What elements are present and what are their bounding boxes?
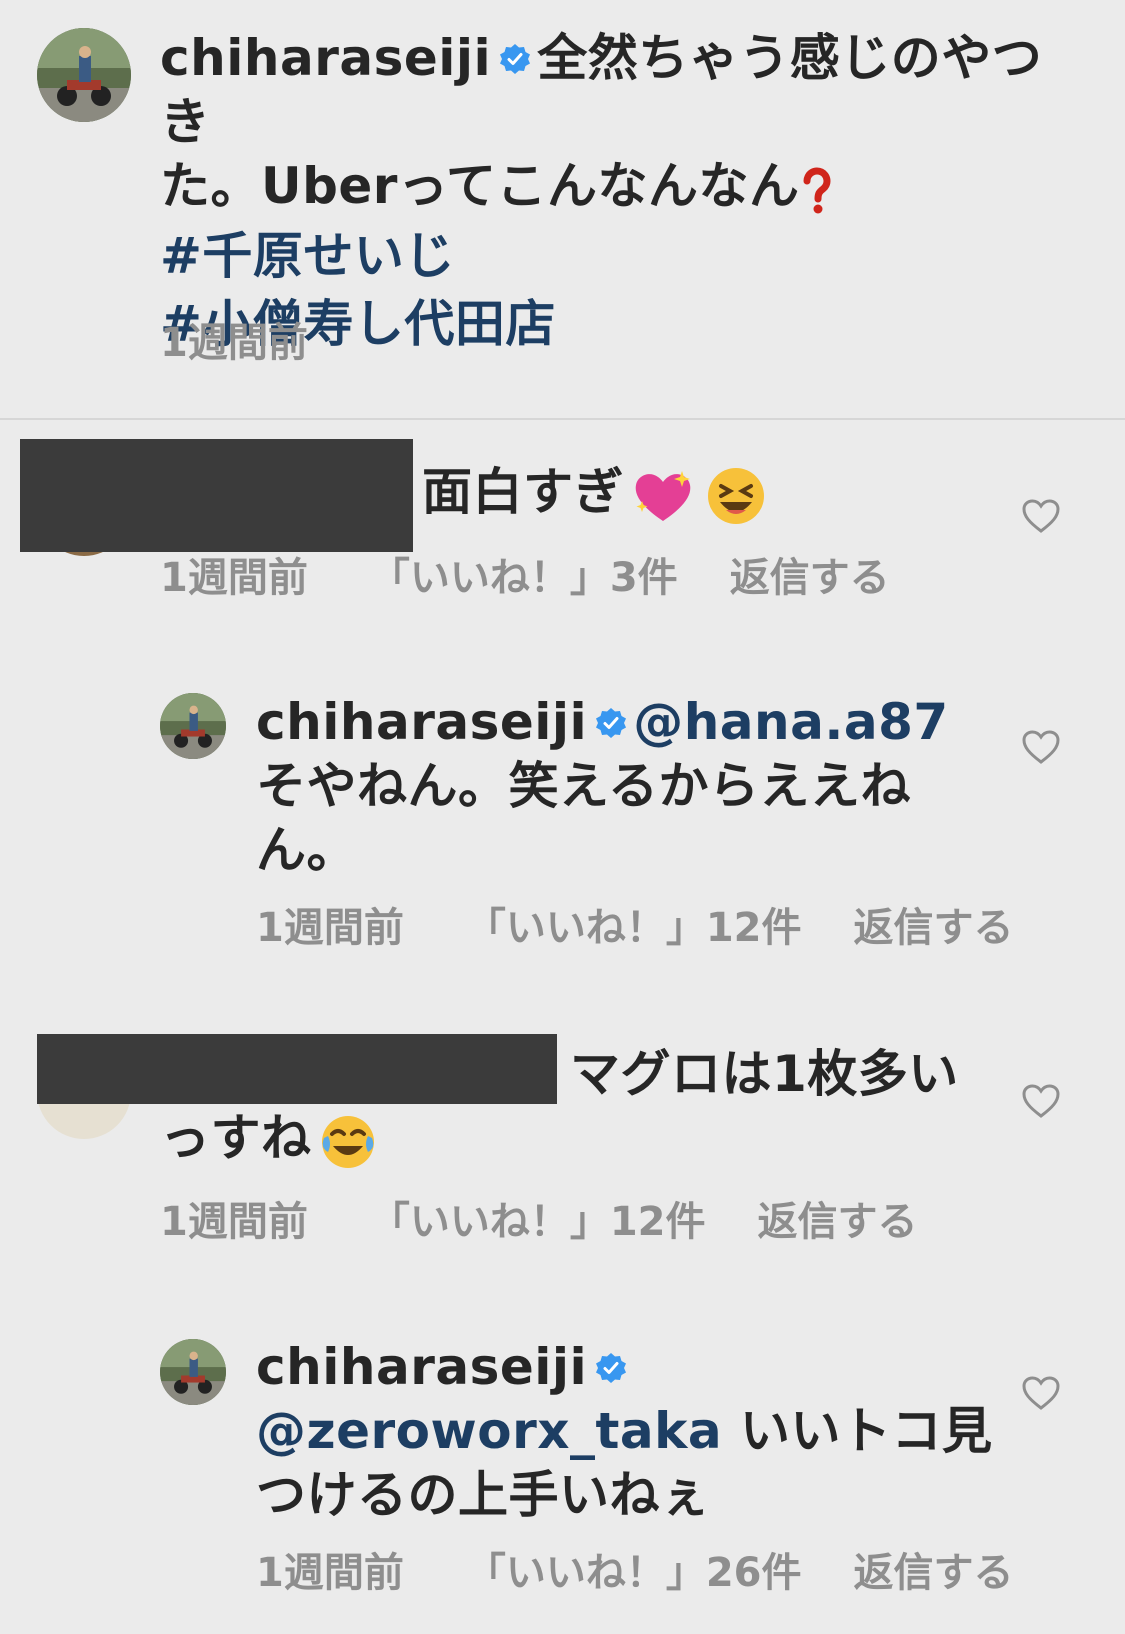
reply-1-text: chiharaseiji @hana.a87 そやねん。笑えるからええね ん。 <box>256 690 996 882</box>
reply-1-time: 1週間前 <box>256 905 404 951</box>
comment-2-meta: 1週間前 「いいね！」12件 返信する <box>160 1197 918 1247</box>
caption-line-1: chiharaseiji 全然ちゃう感じのやつき <box>160 26 1090 154</box>
caption-line-2: た。Uberってこんなんなん <box>160 154 1090 218</box>
reply-2-text: chiharaseiji @zeroworx_taka いいトコ見 つけるの上手… <box>256 1335 996 1527</box>
comment-1-text: 面白すぎ <box>422 460 766 526</box>
reply-2-avatar[interactable] <box>160 1339 226 1405</box>
red-question-mark-emoji <box>799 165 835 215</box>
comment-2-line-2: っすね <box>160 1106 1000 1172</box>
comment-1-likes[interactable]: 「いいね！」3件 <box>370 553 678 603</box>
comment-2-likes[interactable]: 「いいね！」12件 <box>370 1197 706 1247</box>
post-time: 1週間前 <box>160 320 308 366</box>
reply-1-avatar[interactable] <box>160 693 226 759</box>
verified-badge-icon <box>500 43 531 74</box>
reply-1-reply-button[interactable]: 返信する <box>854 903 1014 953</box>
avatar-photo <box>160 693 226 759</box>
reply-1-like-icon[interactable] <box>1021 729 1061 765</box>
sparkling-heart-emoji <box>632 467 694 525</box>
reply-1-line-3: ん。 <box>256 821 357 879</box>
reply-2-reply-button[interactable]: 返信する <box>854 1548 1014 1598</box>
reply-2-line-3: つけるの上手いねぇ <box>256 1466 711 1524</box>
reply-2-meta: 1週間前 「いいね！」26件 返信する <box>256 1548 1014 1598</box>
reply-2-username[interactable]: chiharaseiji <box>256 1338 587 1396</box>
reply-2-mention[interactable]: @zeroworx_taka <box>256 1402 722 1460</box>
avatar-photo <box>37 28 131 122</box>
comment-1-body: 面白すぎ <box>422 463 624 521</box>
comment-2-time: 1週間前 <box>160 1199 308 1245</box>
comment-2-reply-button[interactable]: 返信する <box>758 1197 918 1247</box>
reply-2-line-2-rest: いいトコ見 <box>740 1402 993 1460</box>
comment-1-like-icon[interactable] <box>1021 498 1061 534</box>
comment-2-line-2-text: っすね <box>160 1109 312 1167</box>
post-caption: chiharaseiji 全然ちゃう感じのやつき た。Uberってこんなんなん #… <box>160 26 1090 356</box>
post-author-avatar[interactable] <box>37 28 131 122</box>
reply-2-like-icon[interactable] <box>1021 1375 1061 1411</box>
reply-1-meta: 1週間前 「いいね！」12件 返信する <box>256 903 1014 953</box>
laughing-face-emoji <box>706 466 766 526</box>
reply-1-likes[interactable]: 「いいね！」12件 <box>466 903 802 953</box>
verified-badge-icon <box>596 1352 627 1383</box>
reply-1-line-2: そやねん。笑えるからええね <box>256 757 911 815</box>
hashtag-1[interactable]: #千原せいじ <box>160 224 1090 288</box>
comment-2-line-1: マグロは1枚多い <box>570 1045 959 1103</box>
avatar-photo <box>160 1339 226 1405</box>
reply-1-username[interactable]: chiharaseiji <box>256 693 587 751</box>
comment-1-meta: 1週間前 「いいね！」3件 返信する <box>160 553 890 603</box>
reply-2-likes[interactable]: 「いいね！」26件 <box>466 1548 802 1598</box>
comment-1-time: 1週間前 <box>160 555 308 601</box>
comment-2-text: マグロは1枚多い っすね <box>160 1042 1000 1172</box>
reply-1-mention[interactable]: @hana.a87 <box>633 693 949 751</box>
caption-text-2: た。Uberってこんなんなん <box>160 157 800 215</box>
post-username[interactable]: chiharaseiji <box>160 29 491 87</box>
tears-of-joy-emoji <box>318 1112 378 1172</box>
verified-badge-icon <box>596 707 627 738</box>
reply-2-time: 1週間前 <box>256 1550 404 1596</box>
comment-1-reply-button[interactable]: 返信する <box>730 553 890 603</box>
redacted-username-1 <box>20 439 413 552</box>
comment-2-like-icon[interactable] <box>1021 1083 1061 1119</box>
caption-divider <box>0 418 1125 420</box>
